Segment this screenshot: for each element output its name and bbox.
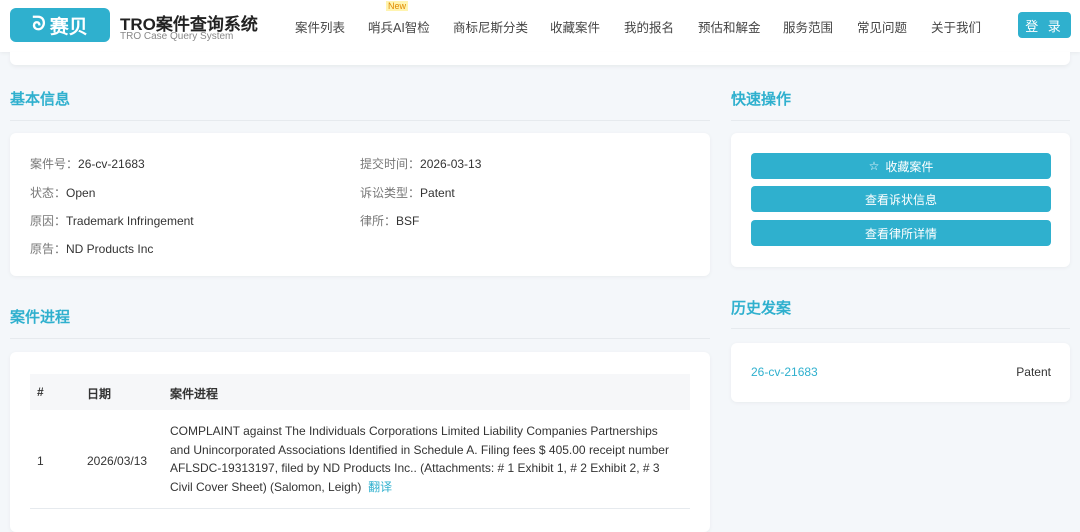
login-button[interactable]: 登 录 xyxy=(1018,12,1071,38)
history-card: 26-cv-21683 Patent xyxy=(731,343,1070,402)
quick-actions-card: ☆ 收藏案件 查看诉状信息 查看律所详情 xyxy=(731,133,1070,267)
nav-settlement[interactable]: 预估和解金 xyxy=(698,17,761,36)
progress-title: 案件进程 xyxy=(10,309,71,326)
top-card xyxy=(10,52,1070,65)
basic-info-title: 基本信息 xyxy=(10,91,71,108)
nav-nice-class[interactable]: 商标尼斯分类 xyxy=(453,17,528,36)
new-badge: New xyxy=(386,1,409,11)
divider xyxy=(731,328,1070,329)
nav-ai-check[interactable]: 哨兵AI智检 xyxy=(368,17,430,36)
favorite-case-button[interactable]: ☆ 收藏案件 xyxy=(751,153,1051,179)
field-filed-date: 提交时间：2026-03-13 xyxy=(360,157,482,171)
nav-about[interactable]: 关于我们 xyxy=(931,17,981,36)
view-law-firm-button[interactable]: 查看律所详情 xyxy=(751,220,1051,246)
basic-info-card: 案件号：26-cv-21683 提交时间：2026-03-13 状态：Open … xyxy=(10,133,710,276)
field-type: 诉讼类型：Patent xyxy=(360,186,455,200)
field-cause: 原因：Trademark Infringement xyxy=(30,214,194,228)
header: ᘐ 赛贝 TRO案件查询系统 TRO Case Query System 案件列表… xyxy=(0,0,1080,52)
nav-faq[interactable]: 常见问题 xyxy=(857,17,907,36)
divider xyxy=(10,338,710,339)
history-title: 历史发案 xyxy=(731,300,792,317)
field-plaintiff: 原告：ND Products Inc xyxy=(30,242,154,256)
star-icon: ☆ xyxy=(868,159,880,173)
app-subtitle: TRO Case Query System xyxy=(120,31,234,42)
view-complaint-button[interactable]: 查看诉状信息 xyxy=(751,186,1051,212)
progress-card: # 日期 案件进程 1 2026/03/13 COMPLAINT against… xyxy=(10,352,710,532)
table-header: # 日期 案件进程 xyxy=(30,374,690,410)
history-case-link[interactable]: 26-cv-21683 xyxy=(751,365,818,379)
divider xyxy=(30,508,690,509)
translate-link[interactable]: 翻译 xyxy=(368,480,392,494)
nav-favorites[interactable]: 收藏案件 xyxy=(550,17,600,36)
logo-icon: ᘐ xyxy=(32,14,46,35)
nav-my-signup[interactable]: 我的报名 xyxy=(624,17,674,36)
divider xyxy=(731,120,1070,121)
nav-case-list[interactable]: 案件列表 xyxy=(295,17,345,36)
field-case-no: 案件号：26-cv-21683 xyxy=(30,157,145,171)
field-status: 状态：Open xyxy=(30,186,96,200)
divider xyxy=(10,120,710,121)
logo[interactable]: ᘐ 赛贝 xyxy=(10,8,110,42)
nav-services[interactable]: 服务范围 xyxy=(783,17,833,36)
quick-actions-title: 快速操作 xyxy=(731,91,792,108)
field-law-firm: 律所：BSF xyxy=(360,214,420,228)
history-case-type: Patent xyxy=(1016,365,1051,379)
